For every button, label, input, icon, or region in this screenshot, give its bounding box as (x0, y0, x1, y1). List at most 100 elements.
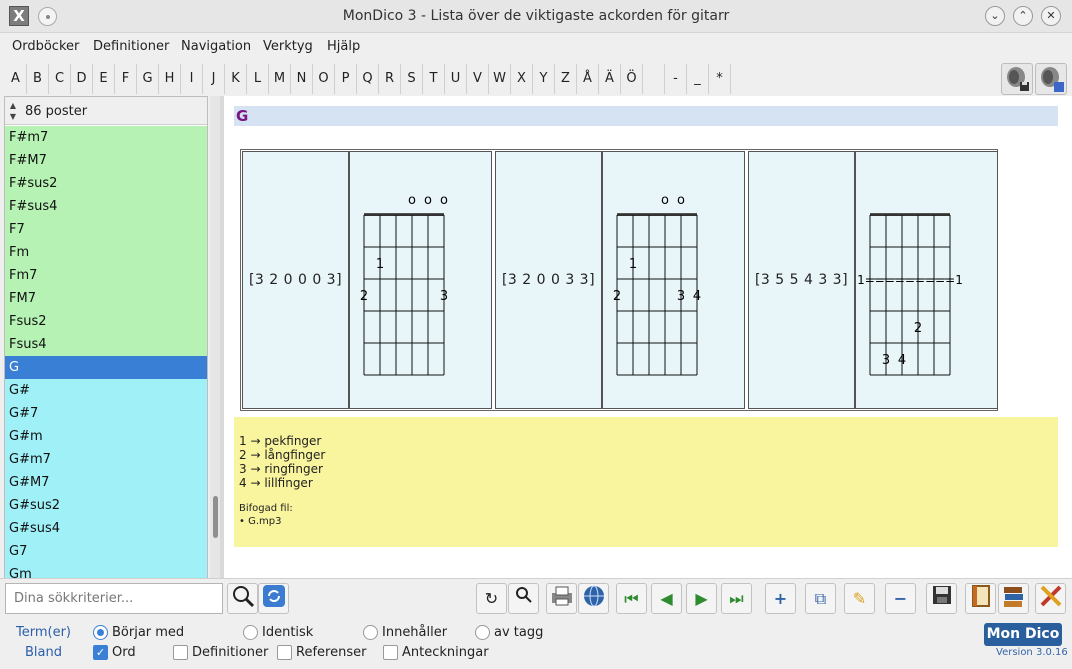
letter-button[interactable]: M (269, 64, 291, 94)
list-item[interactable]: G#m7 (5, 448, 207, 471)
duplicate-entry-icon[interactable]: ⧉ (805, 583, 836, 614)
letter-button[interactable]: J (203, 64, 225, 94)
search-field-label[interactable]: Anteckningar (402, 645, 489, 660)
search-field-checkbox[interactable] (277, 645, 292, 660)
menu-ordbocker[interactable]: Ordböcker (12, 39, 79, 54)
search-field-label[interactable]: Ord (112, 645, 136, 660)
list-item[interactable]: G7 (5, 540, 207, 563)
letter-button[interactable]: F (115, 64, 137, 94)
list-item[interactable]: F#sus4 (5, 195, 207, 218)
letter-button[interactable]: Ö (621, 64, 643, 94)
letter-button[interactable]: I (181, 64, 203, 94)
letter-button[interactable]: Q (357, 64, 379, 94)
list-item[interactable]: G (5, 356, 207, 379)
search-input[interactable] (5, 583, 223, 614)
list-item[interactable]: F7 (5, 218, 207, 241)
search-field-checkbox[interactable] (173, 645, 188, 660)
letter-button[interactable] (643, 64, 665, 94)
settings-tools-icon[interactable] (1035, 583, 1066, 614)
save-icon[interactable] (926, 583, 957, 614)
letter-button[interactable]: C (49, 64, 71, 94)
letter-button[interactable]: S (401, 64, 423, 94)
speaker-save-icon[interactable] (1001, 63, 1033, 95)
list-item[interactable]: G#M7 (5, 471, 207, 494)
scrollbar-thumb[interactable] (213, 496, 218, 538)
menu-definitioner[interactable]: Definitioner (93, 39, 169, 54)
letter-button[interactable]: - (665, 64, 687, 94)
search-field-label[interactable]: Referenser (296, 645, 366, 660)
library-books-icon[interactable] (998, 583, 1029, 614)
letter-button[interactable]: V (467, 64, 489, 94)
letter-button[interactable]: K (225, 64, 247, 94)
letter-button[interactable]: E (93, 64, 115, 94)
letter-button[interactable]: * (709, 64, 731, 94)
list-scrollbar[interactable] (210, 96, 220, 578)
letter-button[interactable]: T (423, 64, 445, 94)
last-entry-icon[interactable]: ⏭ (721, 583, 752, 614)
list-item[interactable]: FM7 (5, 287, 207, 310)
web-globe-icon[interactable] (578, 583, 609, 614)
list-item[interactable]: G#sus4 (5, 517, 207, 540)
list-item[interactable]: G#m (5, 425, 207, 448)
attachment-file-link[interactable]: • G.mp3 (239, 515, 1053, 528)
previous-entry-icon[interactable]: ◀ (651, 583, 682, 614)
letter-button[interactable]: B (27, 64, 49, 94)
refresh-icon[interactable] (258, 583, 289, 614)
match-mode-label[interactable]: Identisk (262, 625, 313, 640)
find-icon[interactable] (508, 583, 539, 614)
minimize-button[interactable]: ⌄ (985, 6, 1005, 26)
letter-button[interactable]: W (489, 64, 511, 94)
match-mode-radio[interactable] (243, 625, 258, 640)
close-button[interactable]: ✕ (1041, 6, 1061, 26)
letter-button[interactable]: H (159, 64, 181, 94)
list-item[interactable]: Fsus2 (5, 310, 207, 333)
list-item[interactable]: Fm (5, 241, 207, 264)
match-mode-label[interactable]: av tagg (494, 625, 543, 640)
dictionary-book-icon[interactable] (965, 583, 996, 614)
letter-button[interactable]: _ (687, 64, 709, 94)
match-mode-radio[interactable] (363, 625, 378, 640)
speaker-icon[interactable] (1035, 63, 1067, 95)
search-field-checkbox[interactable] (383, 645, 398, 660)
menu-verktyg[interactable]: Verktyg (263, 39, 313, 54)
list-item[interactable]: G# (5, 379, 207, 402)
letter-button[interactable]: P (335, 64, 357, 94)
search-field-label[interactable]: Definitioner (192, 645, 268, 660)
letter-button[interactable]: G (137, 64, 159, 94)
list-item[interactable]: G#sus2 (5, 494, 207, 517)
reload-icon[interactable]: ↻ (476, 583, 507, 614)
menu-navigation[interactable]: Navigation (181, 39, 251, 54)
letter-button[interactable]: A (5, 64, 27, 94)
letter-button[interactable]: Å (577, 64, 599, 94)
list-item[interactable]: Fsus4 (5, 333, 207, 356)
remove-entry-icon[interactable]: − (885, 583, 916, 614)
letter-button[interactable]: Y (533, 64, 555, 94)
letter-button[interactable]: R (379, 64, 401, 94)
letter-button[interactable]: L (247, 64, 269, 94)
match-mode-label[interactable]: Innehåller (382, 625, 447, 640)
letter-button[interactable]: D (71, 64, 93, 94)
letter-button[interactable]: N (291, 64, 313, 94)
edit-pencil-icon[interactable]: ✎ (844, 583, 875, 614)
sort-spinner-icon[interactable]: ▲ ▼ (7, 100, 19, 122)
match-mode-radio[interactable] (475, 625, 490, 640)
menu-hjalp[interactable]: Hjälp (327, 39, 360, 54)
letter-button[interactable]: Ä (599, 64, 621, 94)
first-entry-icon[interactable]: ⏮ (616, 583, 647, 614)
search-field-checkbox[interactable]: ✓ (93, 645, 108, 660)
list-item[interactable]: F#M7 (5, 149, 207, 172)
print-icon[interactable] (546, 583, 577, 614)
list-item[interactable]: F#m7 (5, 126, 207, 149)
list-item[interactable]: Fm7 (5, 264, 207, 287)
search-magnifier-icon[interactable] (227, 583, 258, 614)
letter-button[interactable]: X (511, 64, 533, 94)
list-item[interactable]: G#7 (5, 402, 207, 425)
letter-button[interactable]: U (445, 64, 467, 94)
next-entry-icon[interactable]: ▶ (686, 583, 717, 614)
maximize-button[interactable]: ⌃ (1013, 6, 1033, 26)
list-item[interactable]: Gm (5, 563, 207, 578)
letter-button[interactable]: Z (555, 64, 577, 94)
letter-button[interactable]: O (313, 64, 335, 94)
add-entry-icon[interactable]: + (765, 583, 796, 614)
list-item[interactable]: F#sus2 (5, 172, 207, 195)
